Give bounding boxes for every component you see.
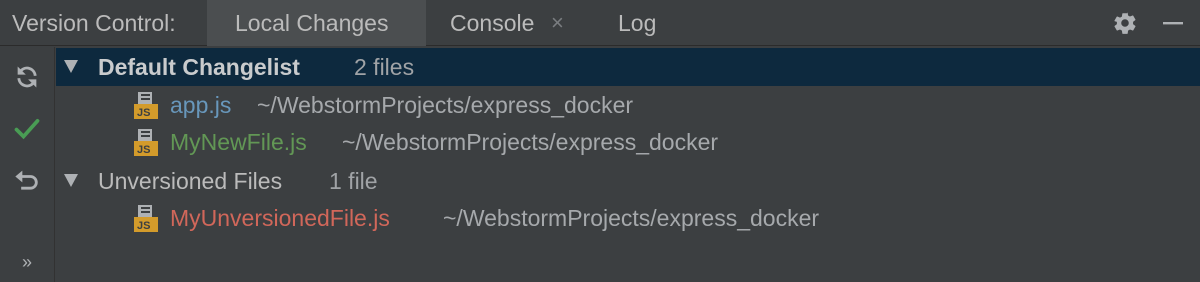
left-toolbar: »: [0, 47, 55, 282]
panel-title: Version Control:: [12, 10, 176, 36]
gear-icon[interactable]: [1108, 0, 1142, 46]
changelist-default[interactable]: Default Changelist 2 files: [56, 48, 1200, 86]
more-icon[interactable]: »: [8, 244, 46, 280]
tab-log[interactable]: Log: [596, 0, 686, 46]
changelist-file-count: 2 files: [354, 54, 415, 80]
tab-log-label: Log: [618, 10, 657, 36]
rollback-button[interactable]: [8, 162, 46, 198]
rollback-icon: [15, 170, 38, 190]
file-row[interactable]: JS MyNewFile.js ~/WebstormProjects/expre…: [56, 123, 1200, 161]
changes-tree[interactable]: Default Changelist 2 files JS app.js ~/W…: [56, 47, 1200, 282]
file-name: MyUnversionedFile.js: [170, 205, 390, 231]
tab-local-changes[interactable]: Local Changes: [207, 0, 426, 46]
js-file-icon: JS: [134, 92, 158, 119]
file-name: MyNewFile.js: [170, 129, 307, 155]
svg-text:JS: JS: [137, 144, 150, 156]
file-row[interactable]: JS app.js ~/WebstormProjects/express_doc…: [56, 86, 1200, 124]
svg-text:JS: JS: [137, 107, 150, 119]
minimize-icon[interactable]: [1156, 0, 1190, 46]
chevron-down-icon[interactable]: [64, 174, 78, 187]
checkmark-icon: [14, 118, 40, 140]
tab-console-label: Console: [450, 10, 535, 36]
file-row[interactable]: JS MyUnversionedFile.js ~/WebstormProjec…: [56, 199, 1200, 237]
commit-button[interactable]: [8, 111, 46, 147]
tab-console[interactable]: Console ×: [426, 0, 590, 46]
changelist-unversioned[interactable]: Unversioned Files 1 file: [56, 162, 1200, 200]
changelist-file-count: 1 file: [329, 168, 378, 194]
tab-local-changes-label: Local Changes: [235, 10, 389, 36]
file-path: ~/WebstormProjects/express_docker: [342, 129, 719, 155]
js-file-icon: JS: [134, 129, 158, 156]
refresh-icon: [17, 66, 37, 88]
file-name: app.js: [170, 92, 232, 118]
js-file-icon: JS: [134, 205, 158, 232]
version-control-panel: Version Control: Local Changes Console ×…: [0, 0, 1200, 282]
svg-text:JS: JS: [137, 220, 150, 232]
file-path: ~/WebstormProjects/express_docker: [443, 205, 820, 231]
tool-window-header: Version Control: Local Changes Console ×…: [0, 0, 1200, 46]
close-icon[interactable]: ×: [551, 0, 564, 46]
changelist-name: Unversioned Files: [98, 168, 283, 194]
chevron-down-icon[interactable]: [64, 60, 78, 73]
file-path: ~/WebstormProjects/express_docker: [257, 92, 634, 118]
changelist-name: Default Changelist: [98, 54, 300, 80]
refresh-button[interactable]: [8, 59, 46, 95]
